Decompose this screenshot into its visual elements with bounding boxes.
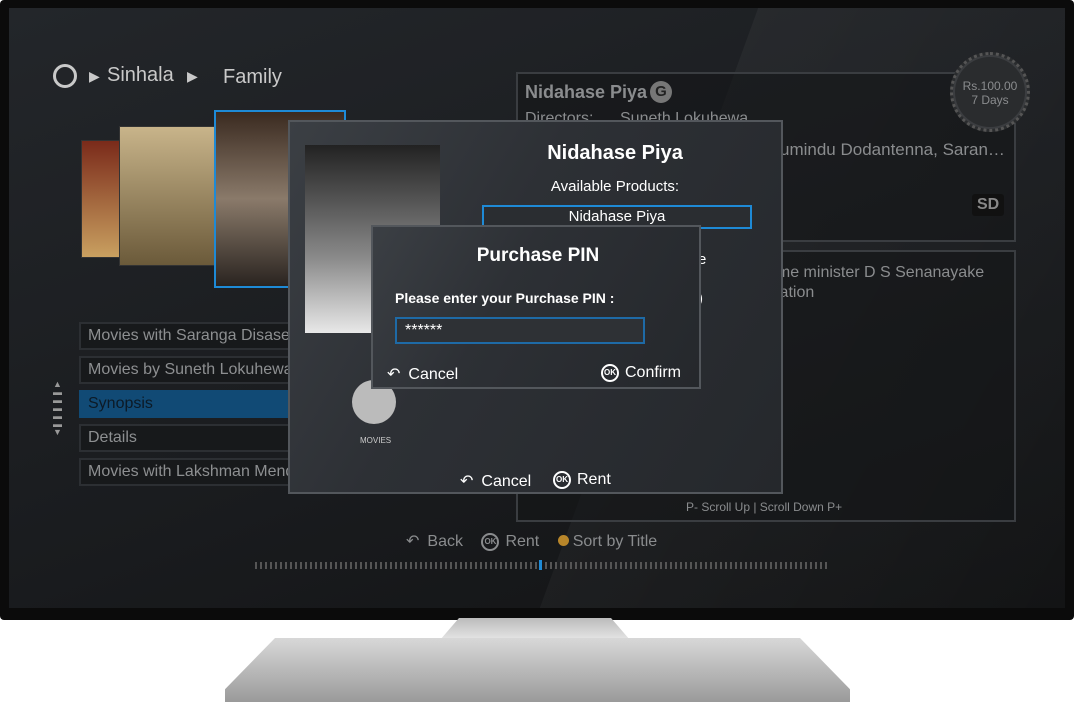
pin-cancel-button[interactable]: ↶ Cancel: [387, 364, 458, 384]
price: Rs.100.00: [962, 79, 1018, 93]
rating-badge: G: [650, 81, 672, 103]
poster[interactable]: [119, 126, 219, 266]
quality-badge: SD: [972, 194, 1005, 216]
ok-icon: OK: [601, 364, 619, 382]
tv-stand-base: [225, 638, 850, 702]
dialog-title: Nidahase Piya: [547, 142, 683, 164]
purchase-pin-dialog: Purchase PIN Please enter your Purchase …: [371, 225, 701, 389]
tv-screen: ▶ Sinhala ▶ Family Nidahase Piya G Direc…: [9, 8, 1065, 608]
products-label: Available Products:: [550, 178, 680, 195]
back-arrow-icon: ↶: [460, 473, 474, 490]
pin-prompt: Please enter your Purchase PIN :: [395, 290, 615, 306]
rent-button[interactable]: OK Rent: [553, 471, 611, 489]
back-arrow-icon: ↶: [387, 366, 401, 383]
scrollbar-thumb[interactable]: [539, 560, 542, 570]
chevron-right-icon: ▶: [187, 68, 198, 84]
synopsis-line: rime minister D S Senanayake: [768, 264, 985, 281]
yellow-dot-icon: [557, 535, 569, 546]
breadcrumb-family[interactable]: Family: [223, 66, 282, 89]
list-item[interactable]: Movies by Suneth Lokuhewa: [79, 356, 309, 384]
pin-input[interactable]: ******: [395, 317, 645, 344]
ok-icon: OK: [481, 532, 500, 551]
list-scrollbar[interactable]: ▲ ▬ ▬ ▬ ▬ ▬ ▼: [53, 380, 62, 437]
pin-confirm-button[interactable]: OK Confirm: [601, 364, 681, 382]
category-label: MOVIES: [360, 436, 392, 445]
film-reel-icon: [53, 64, 77, 88]
rental-duration: 7 Days: [971, 93, 1009, 107]
back-arrow-icon: ↶: [406, 533, 420, 550]
breadcrumb-sinhala[interactable]: Sinhala: [107, 64, 174, 87]
list-item[interactable]: Details: [79, 424, 309, 452]
list-item-selected[interactable]: Synopsis: [79, 390, 309, 418]
list-item[interactable]: Movies with Saranga Disasekara: [79, 322, 309, 350]
hint-sort[interactable]: Sort by Title: [557, 533, 657, 550]
hint-bar: ↶ Back OK Rent Sort by Title: [406, 531, 657, 551]
cancel-button[interactable]: ↶ Cancel: [460, 471, 531, 491]
hint-rent[interactable]: OK Rent: [481, 532, 539, 551]
price-badge: Rs.100.00 7 Days: [950, 52, 1030, 132]
scroll-hint: P- Scroll Up | Scroll Down P+: [686, 500, 843, 514]
pin-dialog-title: Purchase PIN: [476, 245, 600, 266]
chevron-right-icon: ▶: [89, 68, 100, 84]
hint-back[interactable]: ↶ Back: [406, 533, 463, 550]
cast-value: umindu Dodantenna, Saran…: [780, 140, 1005, 159]
movie-title: Nidahase Piya: [525, 82, 648, 102]
list-item[interactable]: Movies with Lakshman Mendis: [79, 458, 309, 486]
tv-stand-neck: [440, 618, 630, 640]
ok-icon: OK: [553, 471, 571, 489]
